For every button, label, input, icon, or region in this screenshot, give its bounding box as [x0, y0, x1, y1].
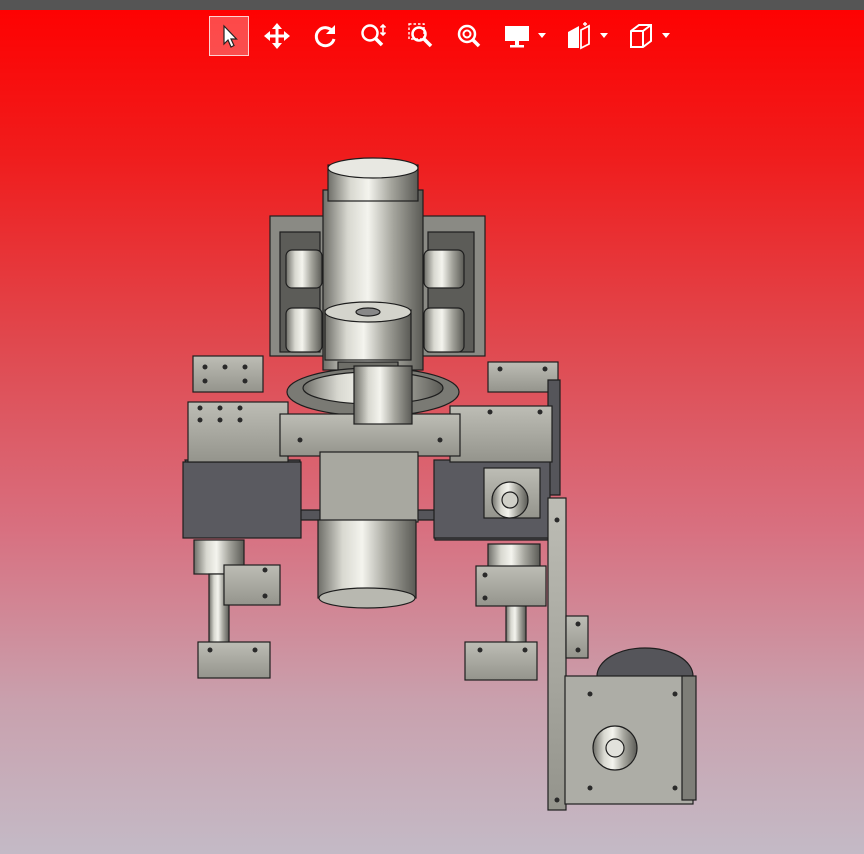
motor-cylinder	[317, 519, 417, 599]
stepper-motor-side	[681, 675, 697, 801]
right-bracket	[449, 405, 553, 463]
upper-left-plate	[192, 355, 264, 393]
side-bearing-bore	[501, 491, 519, 509]
vertical-arm	[547, 497, 567, 811]
center-shaft-block	[353, 365, 413, 425]
viewer	[0, 0, 864, 854]
motor-end-cap	[318, 587, 416, 609]
right-foot	[464, 641, 538, 681]
3d-model-viewport[interactable]	[0, 0, 864, 854]
left-foot	[197, 641, 271, 679]
tube-top-opening	[327, 157, 419, 179]
left-leg-clamp	[223, 564, 281, 606]
stepper-motor-shaft	[605, 738, 625, 758]
left-base-plate	[182, 461, 302, 539]
assembly-model	[182, 157, 697, 811]
hub-bore	[355, 307, 381, 317]
motor-housing	[319, 451, 419, 523]
left-bracket	[187, 401, 289, 463]
